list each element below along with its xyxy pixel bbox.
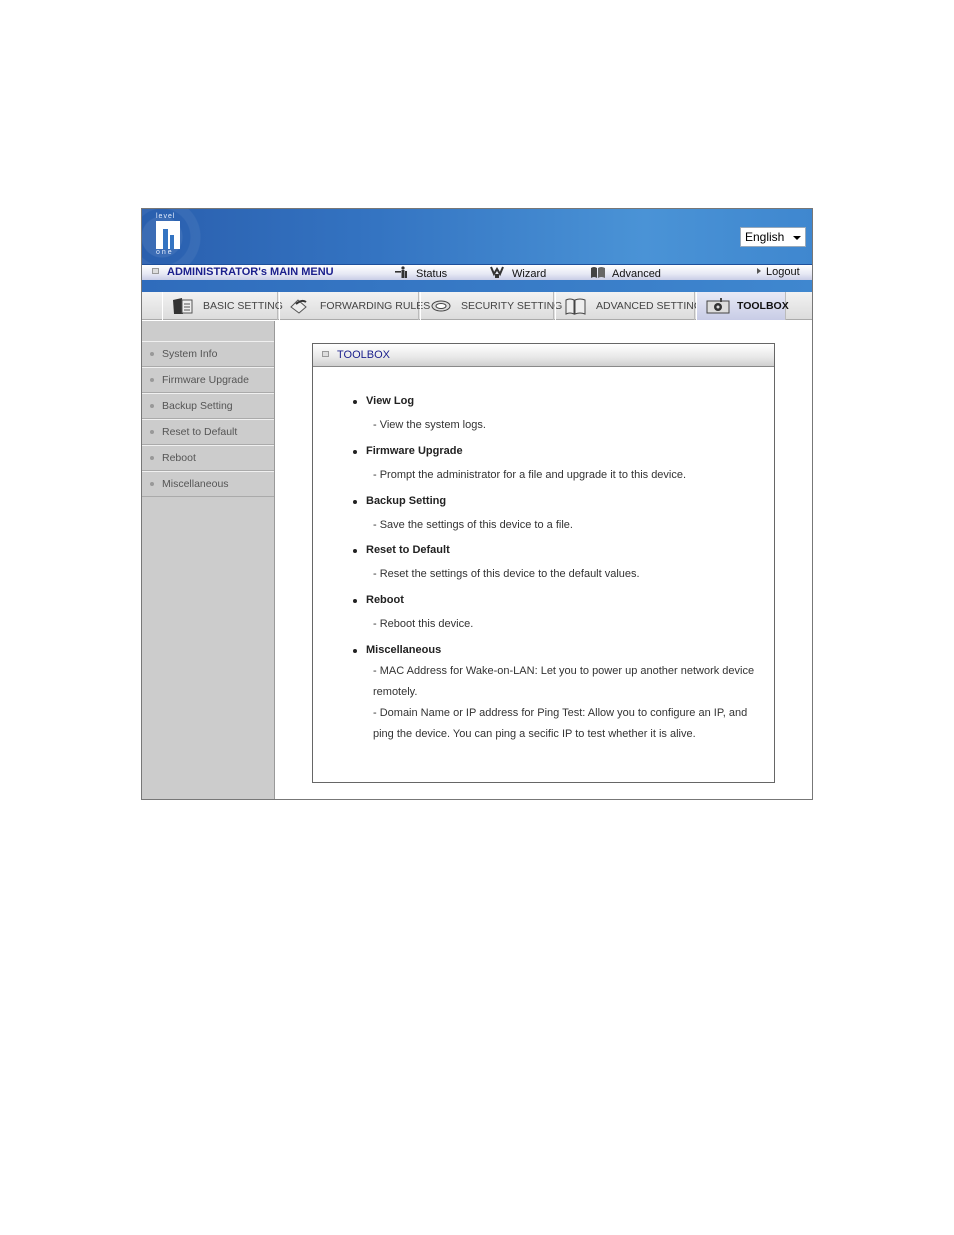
forwarding-icon — [288, 297, 312, 315]
menu-wizard[interactable]: Wizard — [490, 266, 546, 280]
sidebar: System Info Firmware Upgrade Backup Sett… — [142, 321, 275, 799]
toolbox-icon — [705, 297, 730, 315]
entry-title: Firmware Upgrade — [353, 445, 763, 457]
security-icon — [429, 297, 453, 315]
tab-toolbox-label: TOOLBOX — [737, 300, 789, 312]
language-selected: English — [745, 230, 785, 244]
tab-forwarding-rules[interactable]: FORWARDING RULES — [279, 292, 430, 320]
sidebar-item-reboot[interactable]: Reboot — [142, 445, 274, 471]
main-menu-title: ADMINISTRATOR's MAIN MENU — [152, 266, 334, 278]
square-bullet-icon — [152, 268, 159, 274]
sidebar-item-miscellaneous[interactable]: Miscellaneous — [142, 471, 274, 497]
folder-icon — [171, 297, 195, 315]
menu-advanced-label: Advanced — [612, 268, 661, 280]
entry-description: - Save the settings of this device to a … — [373, 519, 573, 531]
panel-title: TOOLBOX — [337, 349, 390, 361]
sidebar-item-system-info[interactable]: System Info — [142, 341, 274, 367]
entry-description: - Reset the settings of this device to t… — [373, 568, 640, 580]
sidebar-item-firmware-upgrade[interactable]: Firmware Upgrade — [142, 367, 274, 393]
sidebar-item-reset-to-default[interactable]: Reset to Default — [142, 419, 274, 445]
entry-reset-to-default: Reset to Default - Reset the settings of… — [353, 544, 763, 585]
advanced-setting-icon — [564, 297, 588, 315]
entry-description: - Reboot this device. — [373, 618, 474, 630]
chevron-down-icon — [793, 236, 801, 240]
menu-advanced[interactable]: Advanced — [590, 266, 661, 280]
advanced-icon — [590, 266, 605, 278]
logo-text-bottom: one — [156, 249, 174, 256]
entry-reboot: Reboot - Reboot this device. — [353, 594, 763, 635]
entry-description: - MAC Address for Wake-on-LAN: Let you t… — [373, 665, 755, 698]
tab-toolbox[interactable]: TOOLBOX — [696, 292, 789, 320]
entry-title: View Log — [353, 395, 763, 407]
entry-miscellaneous: Miscellaneous - MAC Address for Wake-on-… — [353, 644, 763, 745]
entry-title: Miscellaneous — [353, 644, 763, 656]
tab-basic-setting[interactable]: BASIC SETTING — [162, 292, 283, 320]
tab-security-setting[interactable]: SECURITY SETTING — [420, 292, 562, 320]
menu-status[interactable]: Status — [394, 266, 447, 280]
router-admin-window: level one English ADMINISTRATOR's MAIN M… — [141, 208, 813, 800]
entry-title: Reset to Default — [353, 544, 763, 556]
header-stripe — [142, 280, 812, 292]
arrow-right-icon — [757, 268, 761, 274]
logout-link[interactable]: Logout — [757, 266, 800, 278]
entry-description: - Prompt the administrator for a file an… — [373, 469, 687, 481]
menu-wizard-label: Wizard — [512, 268, 547, 280]
tab-basic-setting-label: BASIC SETTING — [203, 300, 283, 312]
levelone-logo: level one — [156, 213, 188, 259]
logout-label: Logout — [766, 266, 800, 278]
entry-title: Backup Setting — [353, 495, 763, 507]
sidebar-item-backup-setting[interactable]: Backup Setting — [142, 393, 274, 419]
toolbox-panel: TOOLBOX View Log - View the system logs.… — [312, 343, 775, 783]
logo-text-top: level — [156, 213, 176, 220]
language-select[interactable]: English — [740, 227, 806, 247]
wizard-icon — [490, 266, 504, 278]
entry-title: Reboot — [353, 594, 763, 606]
logo-mark — [156, 221, 180, 249]
header-banner: level one English — [142, 209, 812, 264]
menu-status-label: Status — [416, 268, 448, 280]
square-bullet-icon — [322, 351, 329, 357]
entry-description: - Domain Name or IP address for Ping Tes… — [373, 707, 748, 740]
status-icon — [394, 266, 408, 278]
entry-backup-setting: Backup Setting - Save the settings of th… — [353, 495, 763, 536]
top-tab-bar: BASIC SETTING FORWARDING RULES SECURITY … — [142, 292, 812, 320]
entry-description: - View the system logs. — [373, 419, 486, 431]
tab-advanced-setting-label: ADVANCED SETTING — [596, 300, 702, 312]
main-menu-bar: ADMINISTRATOR's MAIN MENU Status Wizard … — [142, 264, 812, 280]
entry-view-log: View Log - View the system logs. — [353, 395, 763, 436]
tab-advanced-setting[interactable]: ADVANCED SETTING — [555, 292, 702, 320]
main-menu-title-text: ADMINISTRATOR's MAIN MENU — [167, 266, 334, 278]
entry-firmware-upgrade: Firmware Upgrade - Prompt the administra… — [353, 445, 763, 486]
tab-forwarding-rules-label: FORWARDING RULES — [320, 300, 431, 312]
panel-header: TOOLBOX — [313, 344, 774, 367]
tab-security-setting-label: SECURITY SETTING — [461, 300, 563, 312]
